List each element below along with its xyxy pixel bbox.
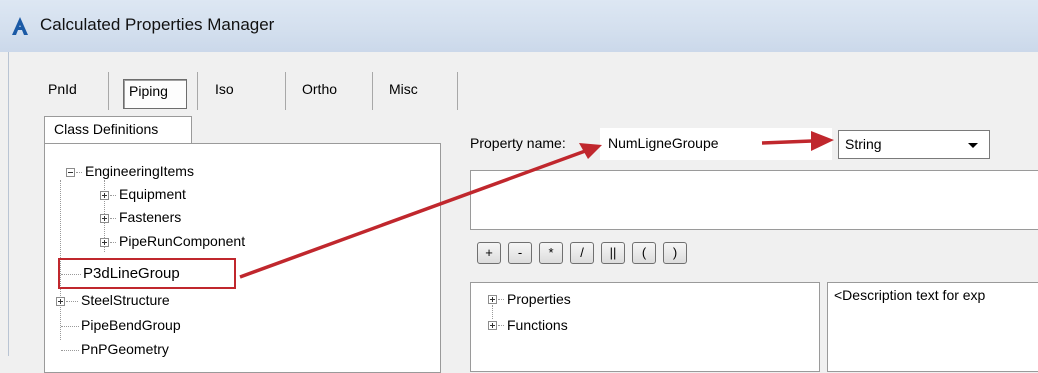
annotation-arrow-line [761, 139, 813, 145]
annotation-arrow-line [239, 148, 589, 279]
annotation-arrows [239, 131, 834, 279]
annotation-arrowhead [811, 131, 834, 151]
